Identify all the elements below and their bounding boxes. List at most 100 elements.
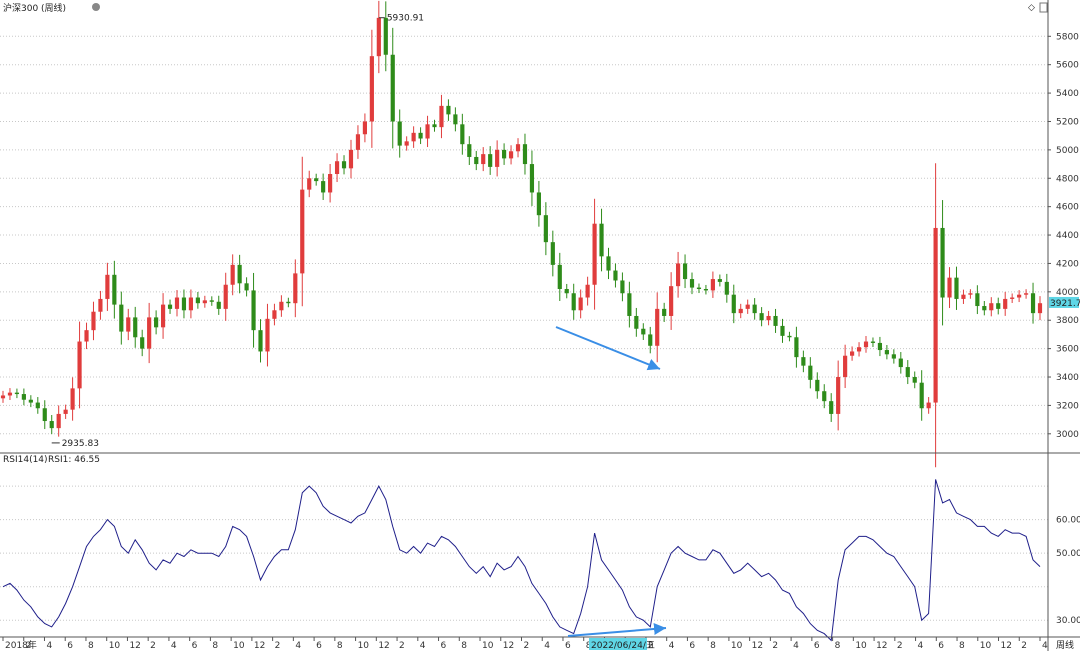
x-tick-label: 4	[171, 641, 177, 651]
candle-body	[982, 306, 987, 311]
candle-body	[676, 263, 681, 287]
settings-icon[interactable]	[92, 3, 100, 11]
candle-body	[167, 304, 173, 309]
candle-body	[188, 297, 194, 311]
x-tick-label: 10	[482, 641, 494, 651]
candle-body	[641, 328, 646, 335]
price-tick-label: 3000	[1056, 430, 1079, 440]
candle-body	[355, 134, 361, 150]
candle-body	[689, 279, 695, 288]
candle-body	[745, 304, 750, 309]
candle-body	[460, 124, 465, 145]
candle-body	[7, 392, 13, 396]
candle-body	[515, 144, 521, 152]
x-tick-label: 10	[731, 641, 743, 651]
candle-body	[536, 192, 541, 216]
candle-body	[174, 297, 180, 309]
candlesticks	[0, 0, 1043, 468]
x-tick-label: 2	[150, 641, 156, 651]
x-tick-label: 4	[46, 641, 52, 651]
window-icon[interactable]	[1039, 2, 1048, 13]
candle-body	[237, 264, 242, 284]
x-tick-label: 4	[669, 641, 675, 651]
candle-body	[446, 105, 451, 115]
candle-body	[376, 17, 381, 57]
diamond-icon[interactable]: ◇	[1028, 3, 1035, 13]
rsi-tick-label: 60.00	[1056, 516, 1080, 526]
x-tick-label: 8	[337, 641, 343, 651]
candle-body	[655, 308, 660, 346]
candle-body	[648, 334, 653, 346]
candle-body	[738, 308, 743, 314]
candle-body	[105, 274, 110, 299]
x-tick-label: 12	[1001, 641, 1012, 651]
price-tick-label: 3200	[1056, 401, 1079, 411]
candle-body	[829, 401, 834, 414]
candle-body	[613, 270, 618, 281]
candle-body	[550, 242, 555, 265]
candle-body	[84, 330, 89, 342]
candle-body	[669, 286, 674, 316]
candle-body	[606, 256, 611, 271]
low-label: 2935.83	[62, 439, 99, 449]
candle-body	[348, 149, 354, 169]
x-tick-label: 2	[26, 641, 32, 651]
candle-body	[843, 355, 848, 378]
x-tick-label: 10	[233, 641, 245, 651]
candle-body	[759, 313, 764, 321]
x-tick-label: 6	[938, 641, 944, 651]
candle-body	[140, 337, 145, 349]
x-tick-label: 10	[980, 641, 992, 651]
chart-title: 沪深300 (周线)	[3, 2, 66, 14]
candle-body	[91, 311, 96, 331]
candle-body	[181, 297, 187, 311]
candle-body	[564, 288, 569, 294]
x-tick-label: 2	[275, 641, 281, 651]
x-tick-label: 4	[1042, 641, 1048, 651]
rsi-title: RSI14(14)	[3, 455, 48, 465]
candle-body	[362, 121, 367, 135]
x-tick-label: 8	[88, 641, 94, 651]
candle-body	[815, 379, 820, 392]
x-tick-label: 6	[565, 641, 571, 651]
candle-body	[849, 351, 855, 356]
candle-body	[202, 300, 207, 304]
candle-body	[286, 301, 291, 304]
candle-body	[717, 279, 722, 282]
candle-body	[787, 335, 792, 338]
candle-body	[0, 395, 6, 399]
candle-body	[947, 277, 952, 298]
price-tick-label: 4200	[1056, 259, 1079, 269]
candle-body	[752, 304, 757, 314]
candle-body	[710, 279, 715, 291]
candle-body	[98, 298, 103, 312]
x-tick-label: 8	[461, 641, 467, 651]
candle-body	[495, 149, 500, 167]
candle-body	[467, 144, 472, 157]
candle-body	[390, 54, 395, 122]
candle-body	[773, 315, 778, 326]
candle-body	[272, 310, 277, 319]
x-tick-label: 6	[67, 641, 73, 651]
candle-body	[682, 263, 688, 280]
candle-body	[328, 174, 333, 193]
candle-body	[989, 303, 994, 311]
candle-body	[293, 273, 298, 304]
x-tick-label: 2	[772, 641, 778, 651]
candle-body	[154, 317, 159, 328]
candle-body	[801, 357, 806, 366]
candle-body	[21, 394, 26, 400]
candle-body	[481, 154, 486, 165]
x-tick-label: 12	[752, 641, 763, 651]
candle-body	[307, 178, 312, 190]
candle-body	[369, 56, 374, 122]
candle-body	[891, 354, 896, 359]
x-tick-label: 6	[689, 641, 695, 651]
price-tick-label: 5600	[1056, 61, 1079, 71]
x-tick-label: 6	[192, 641, 198, 651]
candle-body	[279, 301, 284, 311]
candle-body	[56, 413, 61, 429]
x-tick-label: 6	[814, 641, 820, 651]
candle-body	[42, 408, 47, 422]
candle-body	[453, 114, 458, 125]
